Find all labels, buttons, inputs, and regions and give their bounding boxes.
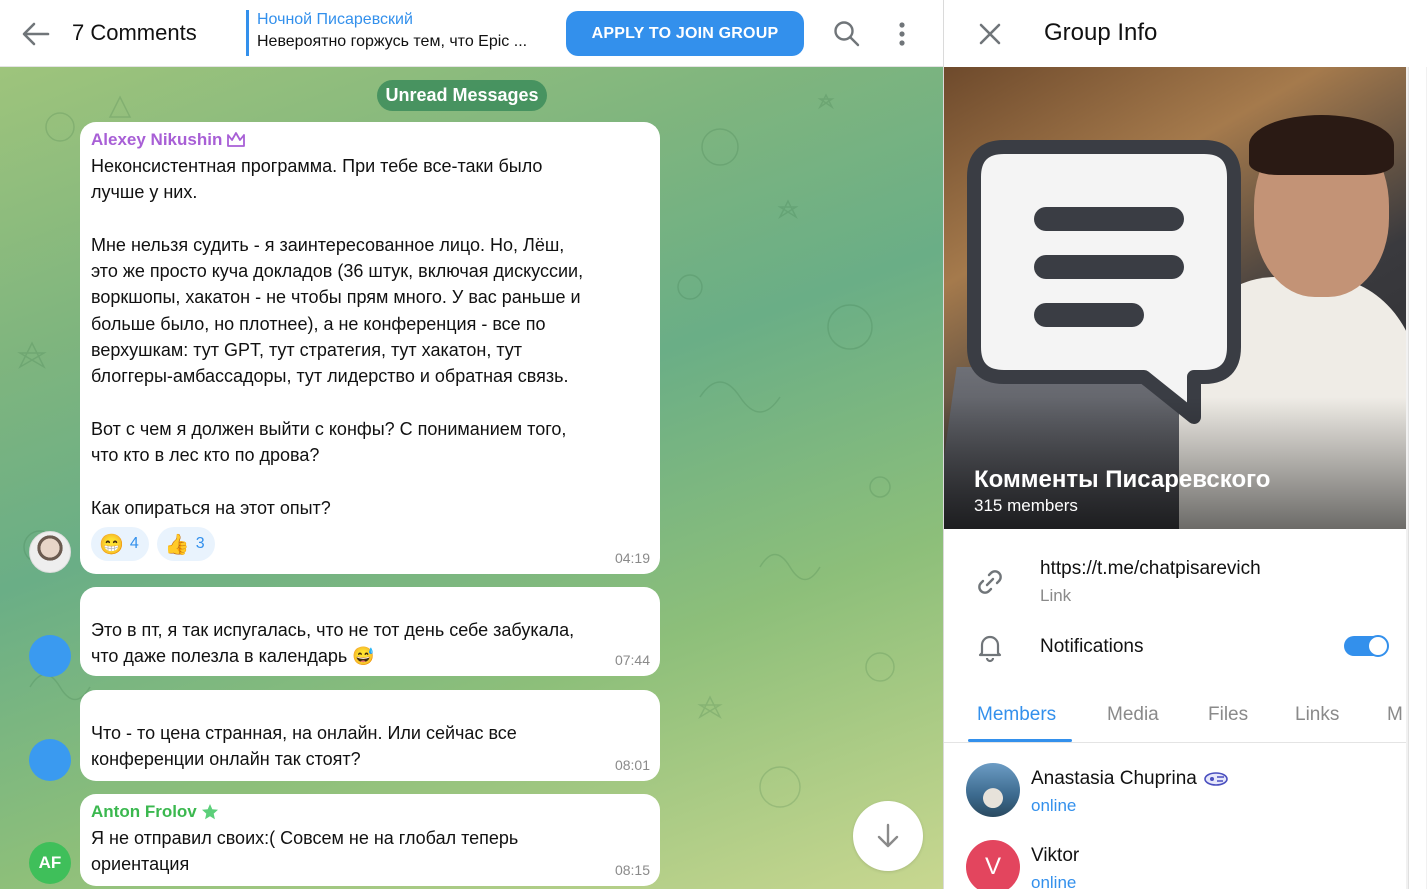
info-tabs: Members Media Files Links M [944,690,1406,743]
bell-icon [978,635,1002,663]
tab-links[interactable]: Links [1295,704,1339,726]
reactions: 😁 4 👍 3 [91,527,650,562]
cover-person-hair [1249,115,1394,175]
group-link-label: Link [1040,586,1072,605]
group-members-count: 315 members [974,496,1078,515]
grin-emoji-icon: 😁 [99,533,124,556]
member-avatar: V [966,840,1020,889]
arrow-left-icon [22,22,50,46]
member-row[interactable]: Anastasia Chuprina online [944,763,1406,835]
chat-panel: 7 Comments Ночной Писаревский Невероятно… [0,0,943,889]
member-name: Viktor [1031,845,1080,866]
tab-more[interactable]: M [1387,704,1403,726]
notifications-row[interactable]: Notifications [944,625,1406,669]
reaction-count: 4 [129,535,139,553]
pinned-author: Ночной Писаревский [257,11,413,28]
notifications-toggle[interactable] [1344,635,1389,657]
message-time: 04:19 [614,550,650,566]
close-icon [979,23,1001,45]
search-icon [834,21,860,47]
group-info-panel: Group Info Комменты Писаревского 315 mem… [943,0,1427,889]
chat-bubble-logo-icon [967,140,1241,424]
close-button[interactable] [974,18,1006,50]
toggle-knob [1367,635,1389,657]
tab-members[interactable]: Members [977,704,1056,726]
chat-header: 7 Comments Ночной Писаревский Невероятно… [0,0,943,67]
avatar-anton[interactable]: AF [29,842,71,884]
message-time: 07:44 [614,652,650,668]
more-button[interactable] [886,18,918,50]
notifications-label: Notifications [1040,636,1144,657]
message-bubble[interactable]: Это в пт, я так испугалась, что не тот д… [80,587,660,676]
member-name-wrap: Viktor [1031,845,1079,867]
back-button[interactable] [18,16,54,52]
member-name: Anastasia Chuprina [1031,768,1197,789]
message-text: Я не отправил своих:( Совсем не на глоба… [91,828,519,875]
message-time: 08:01 [614,757,650,773]
thumbs-up-emoji-icon: 👍 [164,533,190,556]
message-bubble[interactable]: Alexey Nikushin Неконсистентная программ… [80,122,660,574]
active-tab-indicator [968,739,1072,742]
reaction-count: 3 [195,535,205,553]
message-text: Это в пт, я так испугалась, что не тот д… [91,620,575,667]
message-text: Неконсистентная программа. При тебе все-… [91,156,584,518]
avatar-user[interactable] [29,739,71,781]
pinned-text: Невероятно горжусь тем, что Epic ... [257,33,528,50]
message-author[interactable]: Anton Frolov [91,802,650,822]
group-link[interactable]: https://t.me/chatpisarevich [1040,558,1261,580]
member-avatar [966,763,1020,817]
scrollbar[interactable] [1406,67,1427,889]
member-name-wrap: Anastasia Chuprina [1031,768,1229,790]
scrollbar-thumb[interactable] [1408,67,1426,889]
member-status: online [1031,873,1077,889]
author-name: Alexey Nikushin [91,130,223,149]
avatar-alexey[interactable] [29,531,71,573]
avatar-user[interactable] [29,635,71,677]
search-button[interactable] [831,18,863,50]
reaction-grin[interactable]: 😁 4 [91,527,149,562]
member-row[interactable]: V Viktor online [944,840,1406,889]
more-vertical-icon [899,22,905,46]
link-icon [978,570,1002,594]
premium-badge-icon [1204,772,1228,786]
tab-media[interactable]: Media [1107,704,1159,726]
crown-badge-icon [227,132,246,147]
reaction-thumbs-up[interactable]: 👍 3 [156,527,215,562]
group-cover-photo[interactable]: Комменты Писаревского 315 members [944,67,1406,529]
member-status: online [1031,796,1077,815]
scroll-down-button[interactable] [853,801,923,871]
group-info-header: Group Info [944,0,1427,67]
message-bubble[interactable]: Anton Frolov Я не отправил своих:( Совсе… [80,794,660,886]
author-name: Anton Frolov [91,802,197,821]
pinned-message[interactable]: Ночной Писаревский Невероятно горжусь те… [246,10,557,56]
star-badge-icon [201,804,218,820]
tab-files[interactable]: Files [1208,704,1248,726]
message-bubble[interactable]: Что - то цена странная, на онлайн. Или с… [80,690,660,781]
message-time: 08:15 [614,862,650,878]
message-author[interactable]: Alexey Nikushin [91,130,650,150]
group-name: Комменты Писаревского [974,466,1271,493]
arrow-down-icon [877,823,899,848]
apply-to-join-button[interactable]: APPLY TO JOIN GROUP [566,11,804,56]
message-text: Что - то цена странная, на онлайн. Или с… [91,723,517,770]
group-info-title: Group Info [1044,19,1158,46]
group-link-row[interactable]: https://t.me/chatpisarevich Link [944,550,1406,610]
comments-title: 7 Comments [72,20,197,45]
unread-messages-pill: Unread Messages [377,80,547,111]
